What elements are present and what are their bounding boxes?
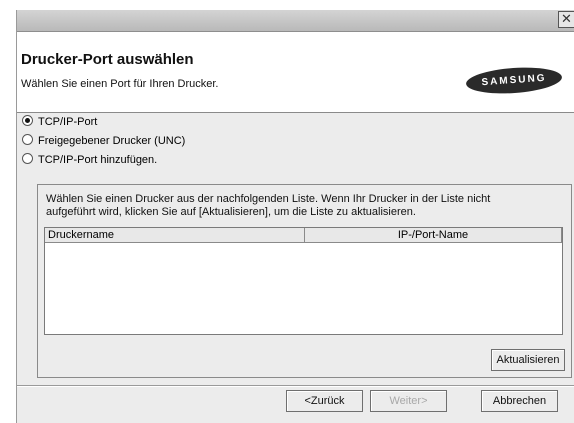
installer-dialog: ✕ Drucker-Port auswählen Wählen Sie eine… [16, 10, 574, 423]
radio-label-add-tcpip: TCP/IP-Port hinzufügen. [38, 154, 158, 166]
page-title: Drucker-Port auswählen [21, 51, 194, 68]
radio-option-shared-printer[interactable]: Freigegebener Drucker (UNC) [22, 133, 185, 149]
wizard-header: Drucker-Port auswählen Wählen Sie einen … [17, 32, 574, 113]
cancel-button[interactable]: Abbrechen [481, 390, 558, 412]
page-subtitle: Wählen Sie einen Port für Ihren Drucker. [21, 78, 219, 90]
radio-option-tcpip[interactable]: TCP/IP-Port [22, 114, 97, 130]
radio-label-shared-printer: Freigegebener Drucker (UNC) [38, 135, 186, 147]
instructions-line-2: aufgeführt wird, klicken Sie auf [Aktual… [46, 206, 416, 218]
footer-divider [17, 385, 574, 387]
radio-label-tcpip: TCP/IP-Port [38, 116, 98, 128]
refresh-button[interactable]: Aktualisieren [491, 349, 565, 371]
column-header-ip-port[interactable]: IP-/Port-Name [305, 228, 562, 243]
close-icon[interactable]: ✕ [558, 11, 574, 28]
printer-selection-group: Wählen Sie einen Drucker aus der nachfol… [37, 184, 572, 378]
instructions-line-1: Wählen Sie einen Drucker aus der nachfol… [46, 193, 491, 205]
printer-list-instructions: Wählen Sie einen Drucker aus der nachfol… [46, 193, 561, 219]
column-header-printer-name[interactable]: Druckername [45, 228, 305, 243]
samsung-logo: SAMSUNG [465, 64, 563, 97]
back-button[interactable]: <Zurück [286, 390, 363, 412]
radio-unselected-icon[interactable] [22, 153, 33, 164]
radio-selected-icon[interactable] [22, 115, 33, 126]
printer-list-header: Druckername IP-/Port-Name [45, 228, 562, 243]
radio-option-add-tcpip[interactable]: TCP/IP-Port hinzufügen. [22, 152, 157, 168]
radio-unselected-icon[interactable] [22, 134, 33, 145]
title-bar: ✕ [17, 10, 574, 32]
printer-list[interactable]: Druckername IP-/Port-Name [44, 227, 563, 335]
next-button[interactable]: Weiter> [370, 390, 447, 412]
